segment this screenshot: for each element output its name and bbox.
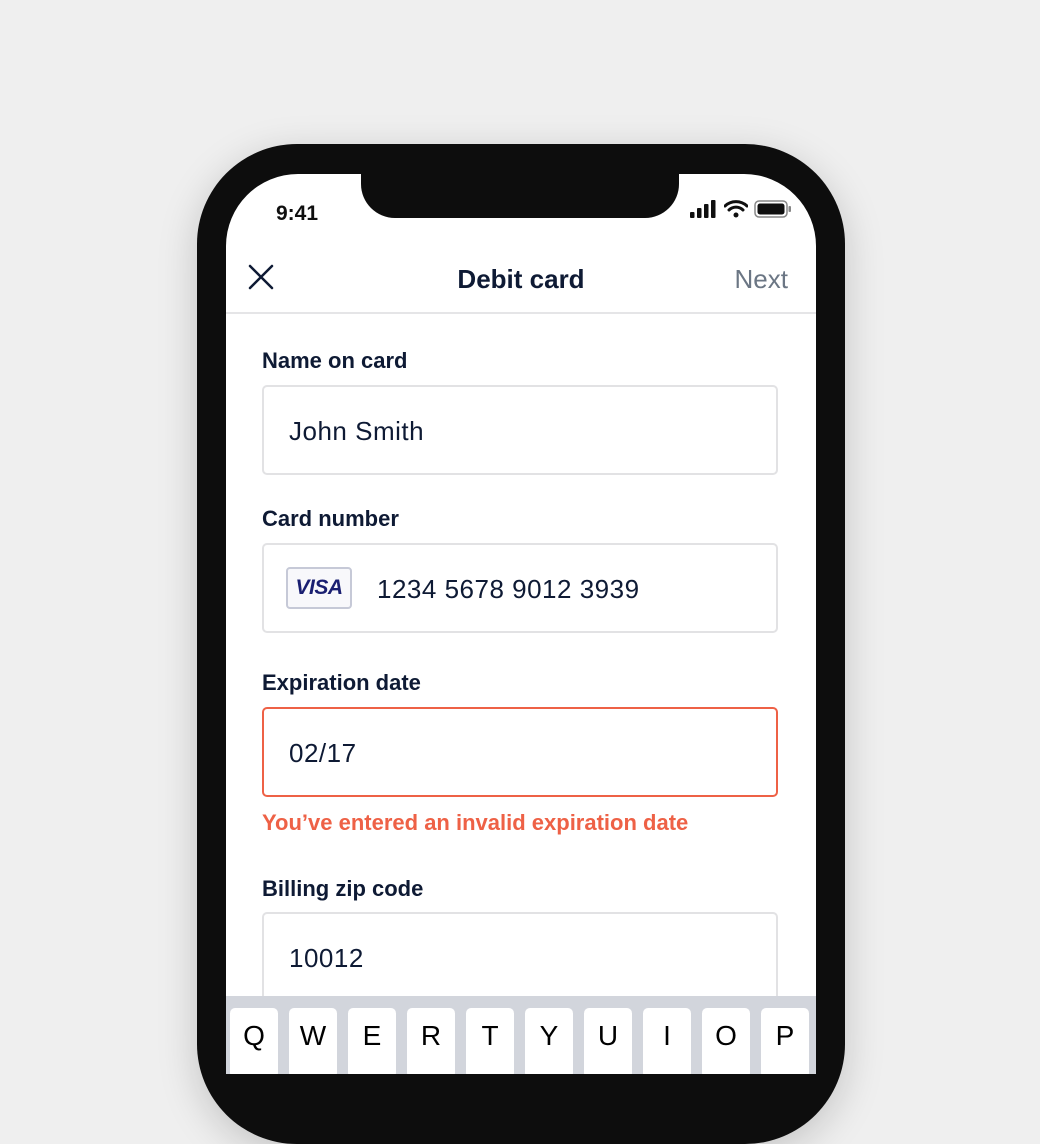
expiration-date-field[interactable]: 02/17 [262,707,778,797]
card-number-field[interactable]: VISA 1234 5678 9012 3939 [262,543,778,633]
battery-icon [754,200,791,218]
wifi-icon [724,200,748,218]
key-p[interactable]: P [761,1008,809,1074]
name-on-card-field[interactable]: John Smith [262,385,778,475]
card-number-label: Card number [262,506,399,531]
navigation-bar: Debit card Next [226,240,816,314]
key-q[interactable]: Q [230,1008,278,1074]
visa-logo-icon: VISA [286,567,352,609]
expiration-date-label: Expiration date [262,670,421,695]
billing-zip-field[interactable]: 10012 [262,912,778,1002]
keyboard: Q W E R T Y U I O P [226,996,816,1074]
status-time: 9:41 [276,202,319,225]
key-e[interactable]: E [348,1008,396,1074]
signal-icon [690,200,716,218]
key-u[interactable]: U [584,1008,632,1074]
key-t[interactable]: T [466,1008,514,1074]
expiration-error-message: You’ve entered an invalid expiration dat… [262,810,689,835]
name-on-card-label: Name on card [262,348,408,373]
billing-zip-label: Billing zip code [262,876,424,901]
expiration-date-value: 02/17 [289,738,357,768]
notch [361,174,679,218]
card-number-value: 1234 5678 9012 3939 [377,574,640,604]
phone-screen: 9:41 Debit card Next Name on card John S… [226,174,816,1074]
page-title: Debit card [457,264,585,294]
key-i[interactable]: I [643,1008,691,1074]
billing-zip-value: 10012 [289,943,364,973]
key-y[interactable]: Y [525,1008,573,1074]
key-w[interactable]: W [289,1008,337,1074]
status-icons [690,200,792,218]
key-o[interactable]: O [702,1008,750,1074]
name-on-card-value: John Smith [289,416,425,446]
next-button[interactable]: Next [735,264,788,295]
key-r[interactable]: R [407,1008,455,1074]
